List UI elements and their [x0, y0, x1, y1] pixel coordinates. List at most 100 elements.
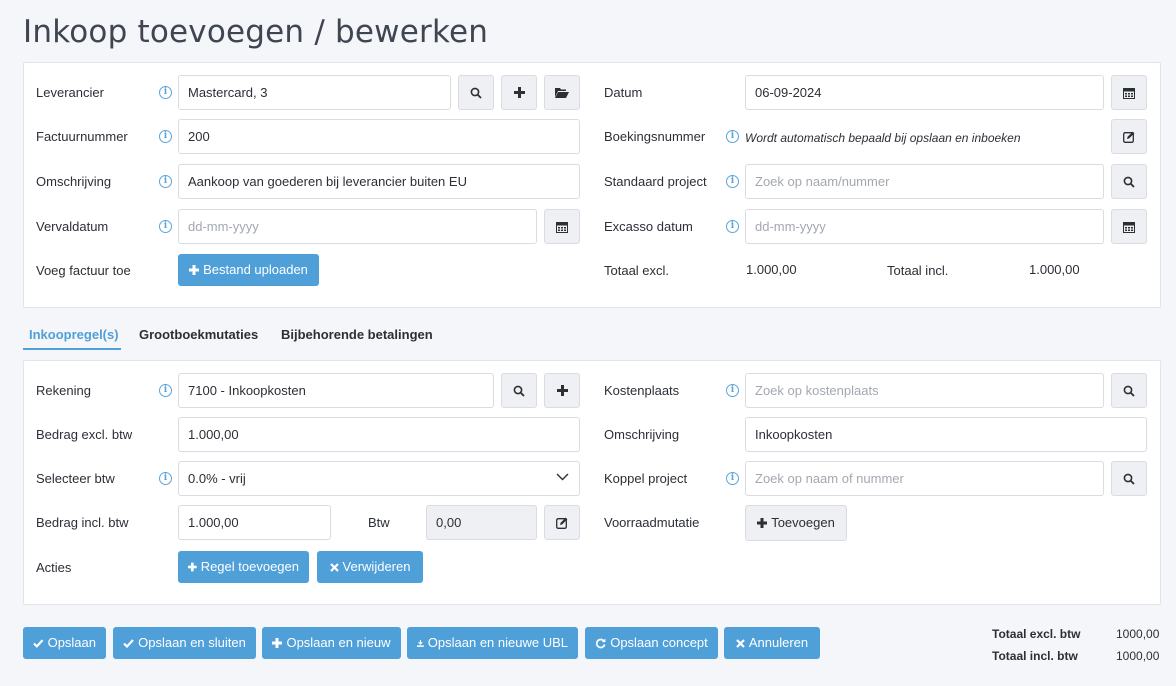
regel-toevoegen-button[interactable]: Regel toevoegen	[178, 551, 309, 583]
search-icon	[1123, 385, 1135, 397]
verwijderen-button[interactable]: Verwijderen	[317, 551, 423, 583]
rekening-search-button[interactable]	[501, 373, 537, 408]
annuleren-button[interactable]: Annuleren	[724, 627, 820, 659]
btw-edit-button[interactable]	[544, 505, 580, 540]
bedrag-incl-input[interactable]: 1.000,00	[178, 505, 331, 540]
btw-input: 0,00	[426, 505, 537, 540]
plus-icon	[189, 265, 200, 275]
voeg-factuur-label: Voeg factuur toe	[36, 263, 131, 278]
bestand-uploaden-label: Bestand uploaden	[203, 262, 308, 277]
info-icon[interactable]: i	[159, 175, 172, 188]
plus-icon	[757, 518, 768, 528]
info-icon[interactable]: i	[726, 472, 739, 485]
opslaan-en-nieuwe-ubl-button[interactable]: Opslaan en nieuwe UBL	[407, 627, 578, 659]
info-icon[interactable]: i	[726, 384, 739, 397]
annuleren-label: Annuleren	[748, 635, 809, 650]
datum-input[interactable]: 06-09-2024	[745, 75, 1104, 110]
excasso-datum-calendar-button[interactable]	[1111, 209, 1147, 244]
plus-icon	[272, 638, 283, 648]
info-icon[interactable]: i	[159, 472, 172, 485]
search-icon	[1123, 473, 1135, 485]
voorraadmutatie-toevoegen-button[interactable]: Toevoegen	[745, 505, 847, 541]
vervaldatum-label: Vervaldatum	[36, 219, 109, 234]
omschrijving-label: Omschrijving	[36, 174, 112, 189]
opslaan-en-sluiten-label: Opslaan en sluiten	[138, 635, 246, 650]
active-tab-indicator	[23, 348, 121, 350]
search-icon	[513, 385, 525, 397]
tab-bijbehorende-betalingen[interactable]: Bijbehorende betalingen	[281, 327, 433, 342]
leverancier-label: Leverancier	[36, 85, 104, 100]
leverancier-search-button[interactable]	[458, 75, 494, 110]
footer-totaal-incl-value: 1000,00	[1116, 649, 1160, 663]
folder-open-icon	[555, 88, 569, 98]
standaard-project-search-button[interactable]	[1111, 164, 1147, 199]
koppel-project-search-button[interactable]	[1111, 461, 1147, 496]
leverancier-open-button[interactable]	[544, 75, 580, 110]
refresh-icon	[596, 638, 606, 648]
opslaan-concept-button[interactable]: Opslaan concept	[585, 627, 718, 659]
boekingsnummer-label: Boekingsnummer	[604, 129, 706, 144]
info-icon[interactable]: i	[159, 130, 172, 143]
calendar-icon	[1123, 87, 1135, 99]
bestand-uploaden-button[interactable]: Bestand uploaden	[178, 254, 319, 286]
koppel-project-label: Koppel project	[604, 471, 688, 486]
search-icon	[470, 87, 482, 99]
btw-label: Btw	[368, 515, 390, 530]
plus-icon	[556, 385, 568, 396]
voorraadmutatie-toevoegen-label: Toevoegen	[771, 515, 835, 530]
tab-grootboekmutaties[interactable]: Grootboekmutaties	[139, 327, 258, 342]
footer-totaal-incl-label: Totaal incl. btw	[992, 649, 1078, 663]
bedrag-excl-label: Bedrag excl. btw	[36, 427, 133, 442]
kostenplaats-label: Kostenplaats	[604, 383, 680, 398]
omschrijving-input[interactable]: Aankoop van goederen bij leverancier bui…	[178, 164, 580, 199]
bedrag-incl-label: Bedrag incl. btw	[36, 515, 129, 530]
bedrag-excl-input[interactable]: 1.000,00	[178, 417, 580, 452]
info-icon[interactable]: i	[159, 220, 172, 233]
kostenplaats-input[interactable]: Zoek op kostenplaats	[745, 373, 1104, 408]
standaard-project-input[interactable]: Zoek op naam/nummer	[745, 164, 1104, 199]
opslaan-en-sluiten-button[interactable]: Opslaan en sluiten	[113, 627, 256, 659]
info-icon[interactable]: i	[726, 175, 739, 188]
factuurnummer-input[interactable]: 200	[178, 119, 580, 154]
opslaan-en-nieuw-button[interactable]: Opslaan en nieuw	[262, 627, 401, 659]
rekening-label: Rekening	[36, 383, 91, 398]
boekingsnummer-edit-button[interactable]	[1111, 119, 1147, 154]
opslaan-en-nieuw-label: Opslaan en nieuw	[286, 635, 391, 650]
opslaan-concept-label: Opslaan concept	[610, 635, 708, 650]
footer-totaal-excl-label: Totaal excl. btw	[992, 627, 1081, 641]
koppel-project-input[interactable]: Zoek op naam of nummer	[745, 461, 1104, 496]
edit-icon	[1123, 131, 1135, 143]
factuurnummer-label: Factuurnummer	[36, 129, 128, 144]
selecteer-btw-select[interactable]: 0.0% - vrij	[178, 461, 580, 496]
selecteer-btw-label: Selecteer btw	[36, 471, 115, 486]
vervaldatum-input[interactable]: dd-mm-yyyy	[178, 209, 537, 244]
info-icon[interactable]: i	[726, 220, 739, 233]
standaard-project-label: Standaard project	[604, 174, 707, 189]
datum-calendar-button[interactable]	[1111, 75, 1147, 110]
leverancier-add-button[interactable]	[501, 75, 537, 110]
chevron-down-icon	[556, 473, 569, 481]
opslaan-button[interactable]: Opslaan	[23, 627, 106, 659]
regel-omschrijving-input[interactable]: Inkoopkosten	[745, 417, 1147, 452]
totaal-excl-value: 1.000,00	[746, 262, 797, 277]
rekening-add-button[interactable]	[544, 373, 580, 408]
leverancier-input[interactable]: Mastercard, 3	[178, 75, 451, 110]
info-icon[interactable]: i	[159, 86, 172, 99]
acties-label: Acties	[36, 560, 72, 575]
info-icon[interactable]: i	[159, 384, 172, 397]
check-icon	[33, 638, 44, 648]
plus-icon	[513, 87, 525, 98]
calendar-icon	[1123, 221, 1135, 233]
close-icon	[329, 562, 339, 572]
rekening-input[interactable]: 7100 - Inkoopkosten	[178, 373, 494, 408]
footer-totaal-excl-value: 1000,00	[1116, 627, 1160, 641]
kostenplaats-search-button[interactable]	[1111, 373, 1147, 408]
info-icon[interactable]: i	[726, 130, 739, 143]
tab-inkoopregels[interactable]: Inkoopregel(s)	[29, 327, 119, 342]
regel-omschrijving-label: Omschrijving	[604, 427, 680, 442]
opslaan-label: Opslaan	[47, 635, 96, 650]
excasso-datum-input[interactable]: dd-mm-yyyy	[745, 209, 1104, 244]
close-icon	[736, 638, 745, 648]
page-title: Inkoop toevoegen / bewerken	[23, 14, 489, 50]
vervaldatum-calendar-button[interactable]	[544, 209, 580, 244]
